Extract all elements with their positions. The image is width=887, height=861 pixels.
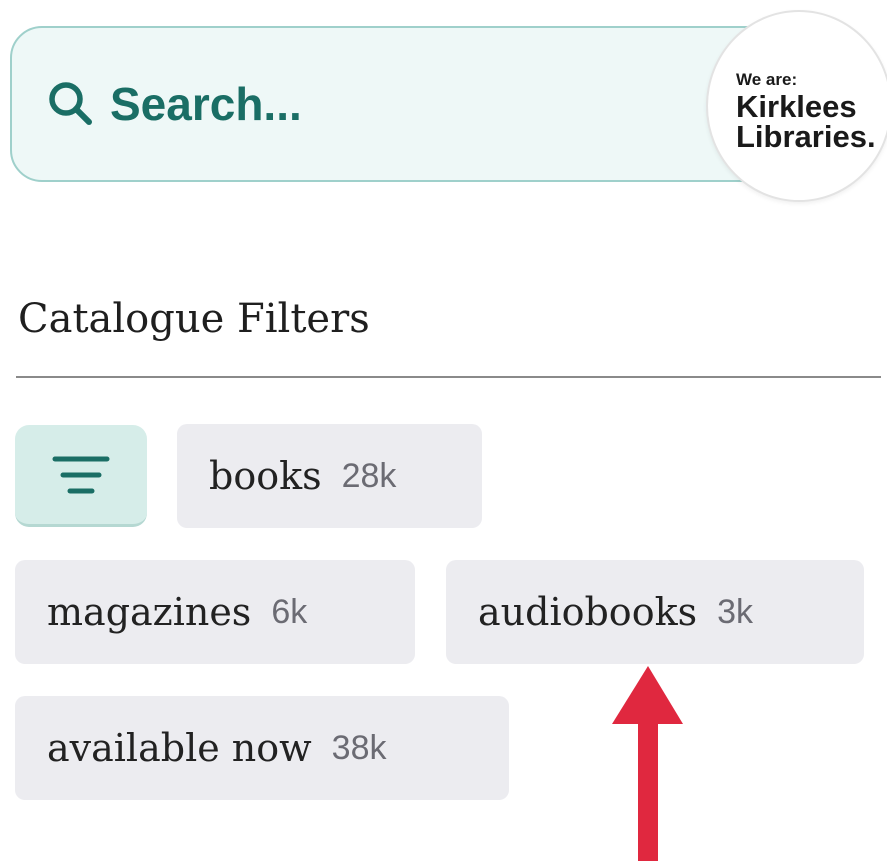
logo-tagline: We are:: [736, 70, 798, 89]
search-placeholder[interactable]: Search...: [110, 77, 302, 131]
filter-toggle-button[interactable]: [15, 425, 147, 527]
chip-count: 3k: [717, 592, 754, 631]
search-icon: [49, 82, 92, 125]
filter-chip-available-now[interactable]: available now 38k: [15, 696, 509, 800]
section-divider: [16, 376, 881, 378]
logo-line-2: Libraries.: [736, 119, 876, 154]
chip-label: available now: [47, 726, 312, 770]
chip-label: books: [209, 454, 322, 498]
filter-chip-books[interactable]: books 28k: [177, 424, 482, 528]
chip-label: magazines: [47, 590, 252, 634]
chip-count: 38k: [331, 728, 387, 767]
filter-chip-audiobooks[interactable]: audiobooks 3k: [446, 560, 864, 664]
chip-count: 28k: [341, 456, 397, 495]
chip-count: 6k: [271, 592, 308, 631]
search-bar[interactable]: Search...: [10, 26, 790, 182]
chip-label: audiobooks: [478, 590, 698, 634]
catalogue-filters-heading: Catalogue Filters: [18, 296, 370, 342]
kirklees-libraries-logo[interactable]: We are: Kirklees Libraries.: [706, 10, 887, 202]
annotation-arrow-icon: [612, 666, 683, 861]
logo-line-1: Kirklees: [736, 89, 857, 124]
filter-chip-magazines[interactable]: magazines 6k: [15, 560, 415, 664]
filter-lines-icon: [52, 456, 110, 494]
